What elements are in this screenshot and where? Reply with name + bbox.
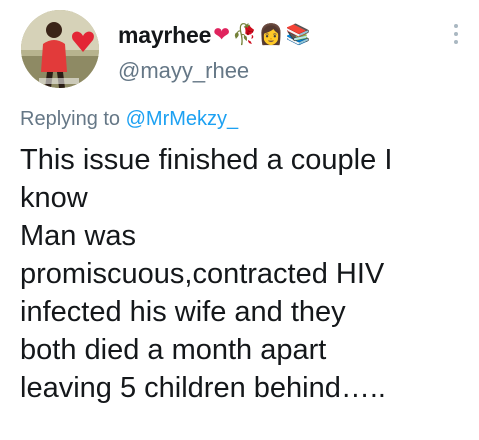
woman-icon: 👩	[258, 24, 284, 46]
books-icon: 📚	[285, 24, 311, 46]
user-handle[interactable]: @mayy_rhee	[118, 58, 249, 84]
dot	[454, 32, 458, 36]
reply-mention-link[interactable]: @MrMekzy_	[126, 108, 239, 130]
reply-prefix: Replying to	[20, 108, 121, 130]
tweet-text: This issue finished a couple I know Man …	[20, 144, 393, 404]
replying-to: Replying to @MrMekzy_	[20, 108, 238, 131]
avatar[interactable]	[21, 10, 99, 88]
name-row: mayrhee ❤ 🥀 👩 📚	[118, 20, 311, 50]
wilted-flower-icon: 🥀	[231, 24, 257, 46]
display-name[interactable]: mayrhee	[118, 22, 211, 49]
dot	[454, 40, 458, 44]
more-options-icon[interactable]	[453, 24, 459, 44]
avatar-image	[21, 10, 99, 88]
red-heart-icon: ❤	[213, 24, 230, 46]
dot	[454, 24, 458, 28]
